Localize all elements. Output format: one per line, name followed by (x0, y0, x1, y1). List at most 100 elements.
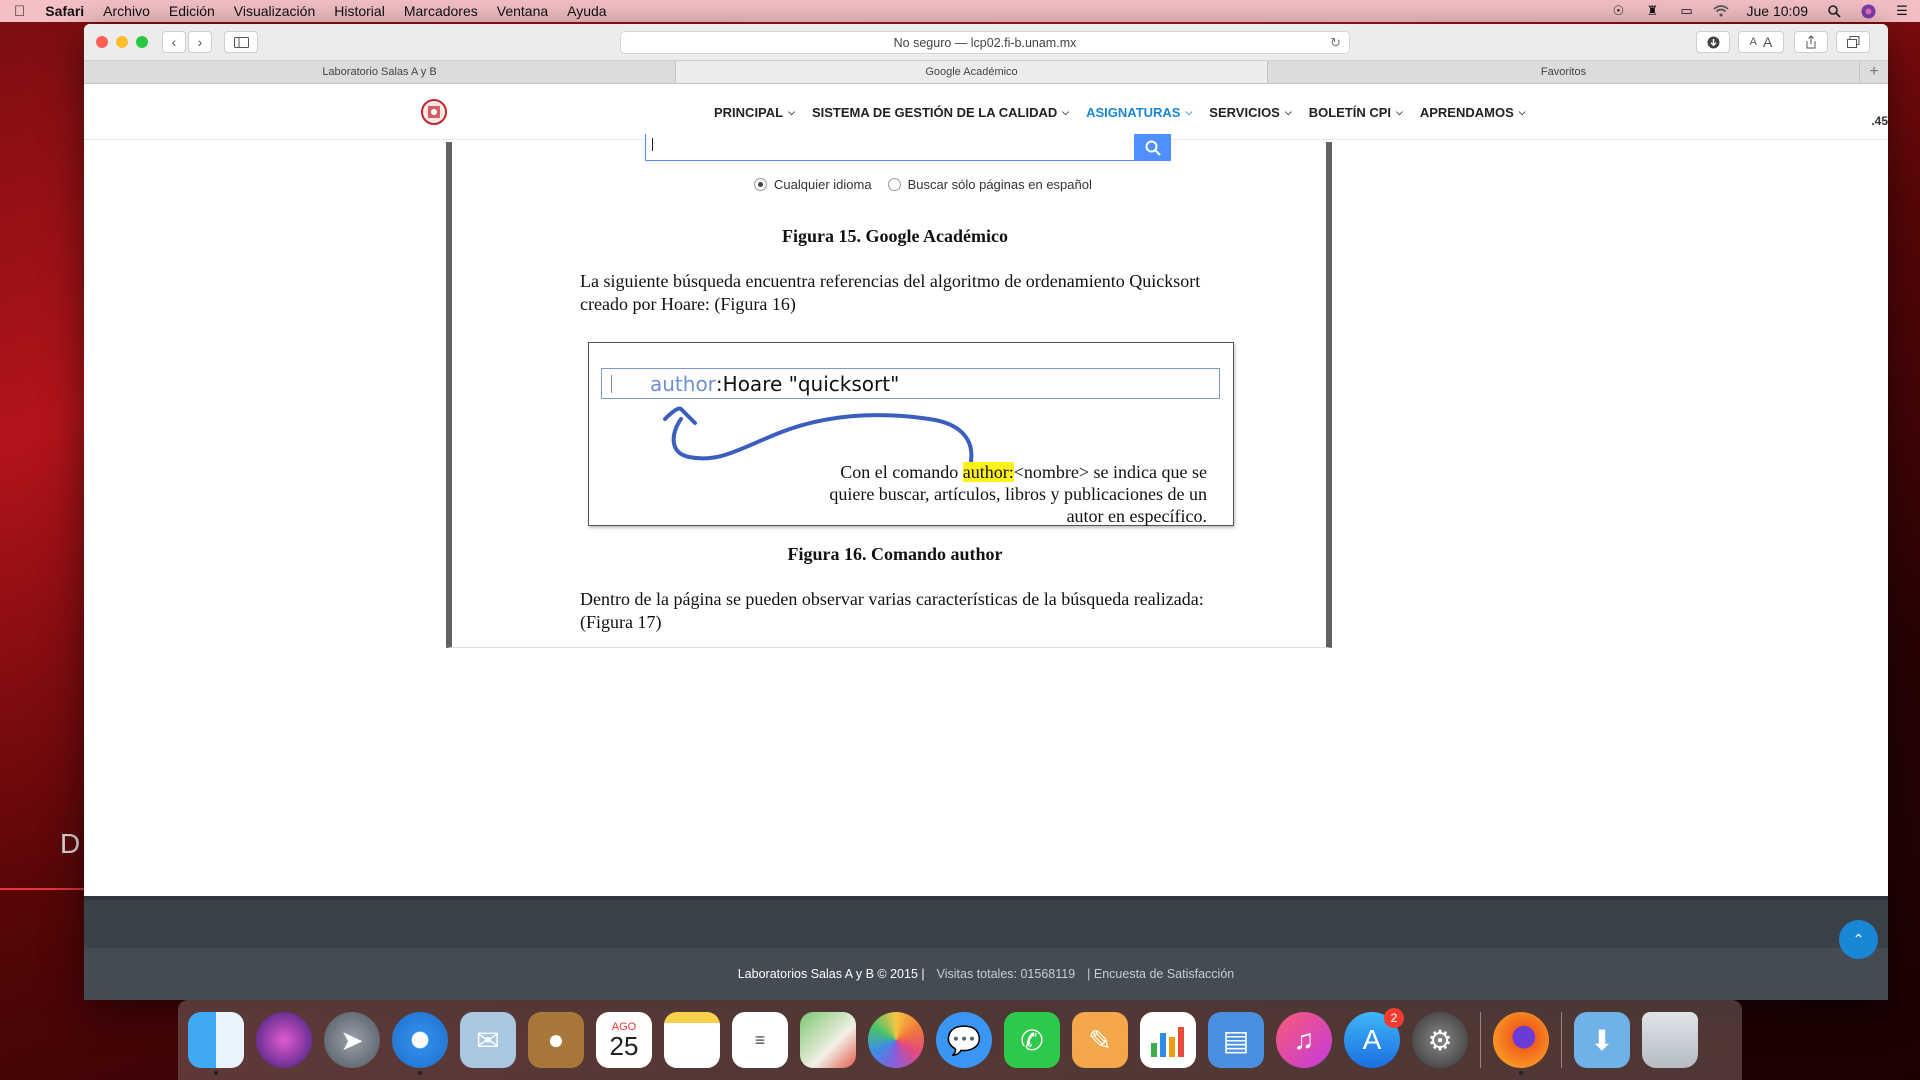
downloads-button[interactable] (1696, 31, 1730, 53)
reload-icon[interactable]: ↻ (1330, 35, 1341, 51)
nav-boletin[interactable]: BOLETÍN CPI ⌵ (1309, 105, 1403, 120)
tabs-overview-icon (1846, 36, 1859, 48)
chevron-down-icon: ⌵ (788, 106, 795, 117)
share-icon (1806, 35, 1816, 49)
tab-bar: Laboratorio Salas A y B Google Académico… (84, 61, 1888, 84)
app-store-icon[interactable]: A2 (1344, 1008, 1404, 1068)
share-button[interactable] (1794, 31, 1828, 53)
tab-favoritos[interactable]: Favoritos (1268, 61, 1860, 83)
dock: ➤ ✉ ● AGO 25 ≡ 💬 ✆ ✎ ▤ ♫ A2 ⚙ ⬇ (178, 1000, 1742, 1080)
nav-servicios[interactable]: SERVICIOS ⌵ (1209, 105, 1291, 120)
pages-icon[interactable]: ✎ (1072, 1012, 1128, 1068)
menu-archivo[interactable]: Archivo (103, 3, 150, 19)
maps-icon[interactable] (800, 1012, 856, 1068)
figure-16-caption: Figura 16. Comando author (787, 544, 1003, 564)
apple-menu-icon[interactable]:  (14, 3, 25, 20)
spotlight-search-icon[interactable] (1826, 4, 1842, 18)
messages-icon[interactable]: 💬 (936, 1012, 992, 1068)
nav-aprendamos[interactable]: APRENDAMOS ⌵ (1420, 105, 1526, 120)
zoom-window-button[interactable] (136, 36, 148, 48)
menu-bar:  Safari Archivo Edición Visualización H… (0, 0, 1920, 22)
nav-principal-label: PRINCIPAL (714, 104, 784, 120)
menu-edicion[interactable]: Edición (169, 3, 215, 19)
author-keyword: author (650, 371, 716, 396)
radio-any-language (754, 178, 767, 191)
text-smaller-label[interactable]: A (1750, 36, 1757, 48)
back-button[interactable]: ‹ (162, 31, 186, 53)
close-window-button[interactable] (96, 36, 108, 48)
numbers-chart-icon[interactable] (1140, 1012, 1196, 1068)
desktop-accent-line (0, 888, 84, 890)
mail-stamp-icon[interactable]: ✉ (460, 1012, 516, 1068)
chevron-left-icon: ‹ (171, 34, 177, 50)
paragraph-caracteristicas: Dentro de la página se pueden observar v… (580, 589, 1204, 632)
pdf-viewer[interactable]: Cualquier idioma Buscar sólo páginas en … (446, 134, 1332, 648)
notification-center-icon[interactable]: ☰ (1894, 3, 1910, 18)
note-highlight: author: (962, 462, 1014, 482)
nav-boletin-label: BOLETÍN CPI (1308, 104, 1392, 120)
contacts-book-icon[interactable]: ● (528, 1012, 584, 1068)
siri-icon[interactable] (256, 1012, 312, 1068)
castle-status-icon[interactable]: ♜ (1645, 3, 1661, 18)
footer-copyright: Laboratorios Salas A y B © 2015 | (737, 967, 925, 981)
author-query-box: author :Hoare "quicksort" (601, 368, 1220, 399)
tab-google-academico[interactable]: Google Académico (676, 61, 1268, 83)
radio-any-language-label: Cualquier idioma (774, 177, 872, 192)
menu-clock[interactable]: Jue 10:09 (1747, 3, 1809, 19)
forward-button[interactable]: › (188, 31, 212, 53)
unam-logo[interactable] (420, 98, 448, 126)
reminders-list-icon[interactable]: ≡ (732, 1012, 788, 1068)
music-note-icon[interactable]: ♫ (1276, 1012, 1332, 1068)
nav-calidad[interactable]: SISTEMA DE GESTIÓN DE LA CALIDAD ⌵ (812, 105, 1069, 120)
finder-icon[interactable] (188, 1012, 244, 1075)
keynote-podium-icon[interactable]: ▤ (1208, 1012, 1264, 1068)
tab-laboratorio[interactable]: Laboratorio Salas A y B (84, 61, 676, 83)
calendar-day: 25 (609, 1031, 639, 1061)
menu-visualizacion[interactable]: Visualización (234, 3, 315, 19)
desktop-letter: D (60, 828, 81, 859)
downloads-folder-icon[interactable]: ⬇ (1574, 1012, 1630, 1068)
trash-icon[interactable] (1642, 1012, 1698, 1068)
menu-ayuda[interactable]: Ayuda (567, 3, 606, 19)
chevron-right-icon: › (197, 34, 203, 50)
nav-principal[interactable]: PRINCIPAL ⌵ (714, 105, 795, 120)
page-content: Cualquier idioma Buscar sólo páginas en … (84, 134, 1888, 896)
site-navigation: PRINCIPAL ⌵ SISTEMA DE GESTIÓN DE LA CALI… (84, 84, 1888, 140)
nav-asignaturas[interactable]: ASIGNATURAS ⌵ (1086, 105, 1192, 120)
airplay-icon[interactable]: ▭ (1679, 3, 1695, 18)
footer-survey-link[interactable]: | Encuesta de Satisfacción (1087, 967, 1234, 981)
notes-icon[interactable] (664, 1012, 720, 1068)
scroll-to-top-button[interactable]: ⌃ (1839, 920, 1878, 959)
menu-app-name[interactable]: Safari (45, 3, 84, 19)
safari-compass-icon[interactable] (392, 1012, 448, 1075)
photos-icon[interactable] (868, 1012, 924, 1068)
footer-visits: Visitas totales: 01568119 (936, 967, 1076, 981)
firefox-icon[interactable] (1493, 1012, 1549, 1075)
system-preferences-gear-icon[interactable]: ⚙ (1412, 1012, 1468, 1068)
wifi-icon[interactable] (1712, 4, 1729, 18)
text-cursor (611, 374, 612, 393)
chevron-down-icon: ⌵ (1062, 106, 1070, 117)
sidebar-toggle-button[interactable] (224, 31, 258, 53)
siri-menubar-icon[interactable] (1860, 4, 1876, 18)
chevron-down-icon: ⌵ (1284, 106, 1292, 117)
radio-spanish-only (887, 178, 901, 191)
menu-historial[interactable]: Historial (334, 3, 385, 19)
minimize-window-button[interactable] (116, 36, 128, 48)
facetime-icon[interactable]: ✆ (1004, 1012, 1060, 1068)
dock-separator (1480, 1012, 1481, 1068)
note-text-start: Con el comando (840, 462, 963, 482)
text-larger-label[interactable]: A (1763, 34, 1772, 50)
radio-spanish-only-label: Buscar sólo páginas en español (907, 177, 1092, 192)
new-tab-plus-icon[interactable]: + (1860, 61, 1888, 83)
launchpad-rocket-icon[interactable]: ➤ (324, 1012, 380, 1068)
browser-toolbar: ‹ › No seguro — lcp02.fi-b.unam.mx ↻ A A (84, 24, 1888, 61)
menu-ventana[interactable]: Ventana (497, 3, 548, 19)
text-size-button[interactable]: A A (1738, 31, 1784, 53)
dock-separator (1561, 1012, 1562, 1068)
calendar-icon[interactable]: AGO 25 (596, 1012, 652, 1068)
address-bar[interactable]: No seguro — lcp02.fi-b.unam.mx ↻ (620, 31, 1350, 54)
shield-status-icon[interactable]: ☉ (1611, 3, 1627, 18)
menu-marcadores[interactable]: Marcadores (404, 3, 478, 19)
tab-overview-button[interactable] (1836, 31, 1870, 53)
